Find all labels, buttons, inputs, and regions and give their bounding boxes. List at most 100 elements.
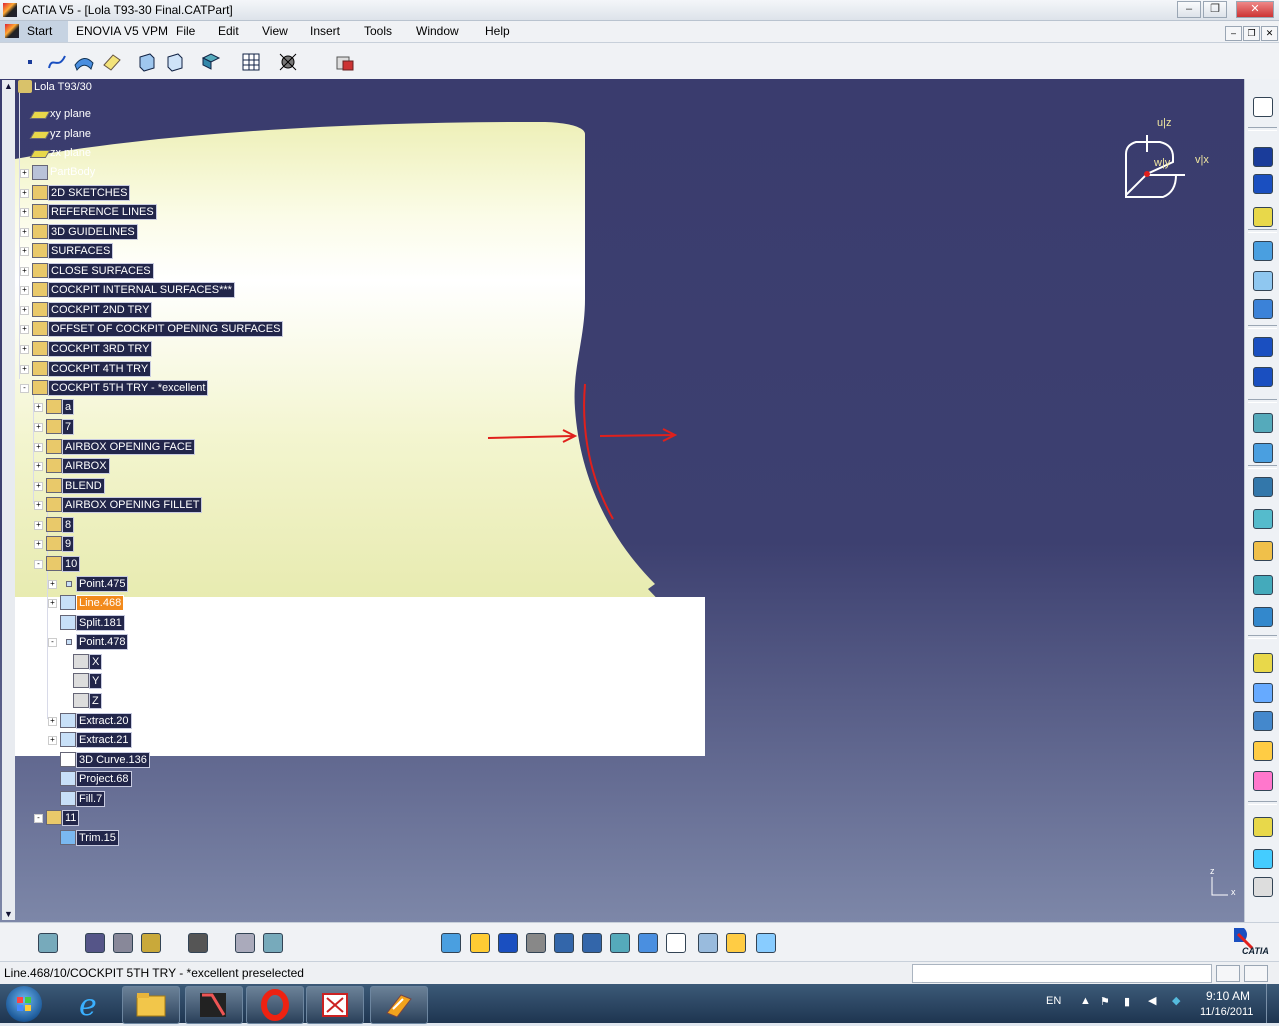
3d-viewport[interactable]: u|z v|x w|y z x Lola T93/30 xy plane yz pl… (0, 79, 1244, 922)
tools-palette-icon[interactable] (141, 933, 161, 953)
expand-icon[interactable]: + (20, 169, 29, 178)
language-indicator[interactable]: EN (1046, 995, 1061, 1007)
swap-space-icon[interactable] (263, 933, 283, 953)
catalog-tool-icon[interactable] (334, 51, 356, 73)
normal-view-icon[interactable] (441, 933, 461, 953)
split-icon[interactable] (1253, 575, 1273, 595)
show-hidden-icons-icon[interactable]: ▲ (1080, 995, 1091, 1007)
tree-node[interactable]: + a (34, 399, 75, 415)
expand-icon[interactable]: + (34, 521, 43, 530)
fill-icon[interactable] (1253, 477, 1273, 497)
view-side-icon[interactable] (164, 51, 186, 73)
network-icon[interactable]: ▮ (1124, 995, 1130, 1008)
dropbox-icon[interactable]: ◆ (1172, 994, 1180, 1007)
tree-node[interactable]: + BLEND (34, 478, 105, 494)
taskbar-explorer[interactable] (122, 986, 180, 1024)
tree-node[interactable]: - Point.478 (48, 634, 129, 650)
tree-node[interactable]: +3D GUIDELINES (20, 224, 138, 240)
collapse-icon[interactable]: - (34, 560, 43, 569)
taskbar-catia[interactable] (185, 986, 243, 1024)
tree-node[interactable]: + REFERENCE LINES (20, 204, 157, 220)
rotate-icon[interactable] (1253, 771, 1273, 791)
tree-node[interactable]: +9 (34, 536, 75, 552)
line-icon[interactable] (1253, 174, 1273, 194)
menu-start[interactable]: Start (0, 21, 68, 42)
expand-icon[interactable]: + (34, 403, 43, 412)
capture-icon[interactable] (188, 933, 208, 953)
tree-node[interactable]: 3D Curve.136 (60, 752, 150, 768)
expand-icon[interactable]: + (20, 208, 29, 217)
swap-visible-icon[interactable] (113, 933, 133, 953)
tree-node[interactable]: Y (73, 673, 103, 689)
hide-show-icon[interactable] (235, 933, 255, 953)
fillet-icon[interactable] (1253, 711, 1273, 731)
expand-icon[interactable]: + (48, 736, 57, 745)
expand-icon[interactable]: + (48, 717, 57, 726)
show-desktop-button[interactable] (1266, 984, 1279, 1023)
menu-window[interactable]: Window (416, 24, 459, 38)
normal-view-2-icon[interactable] (610, 933, 630, 953)
menu-view[interactable]: View (262, 24, 288, 38)
extrude-icon[interactable] (1253, 241, 1273, 261)
taskbar-snipping[interactable] (306, 986, 364, 1024)
menu-insert[interactable]: Insert (310, 24, 340, 38)
close-button[interactable]: ✕ (1236, 1, 1274, 18)
tree-node[interactable]: xy plane (29, 107, 93, 122)
tree-node[interactable]: Project.68 (60, 771, 132, 787)
swap-icon[interactable] (756, 933, 776, 953)
taskbar-ie[interactable]: e (62, 986, 120, 1024)
tree-node[interactable]: +2D SKETCHES (20, 185, 131, 201)
tree-node[interactable]: + AIRBOX (34, 458, 110, 474)
tree-node[interactable]: Split.181 (60, 615, 125, 631)
point-icon[interactable] (1253, 147, 1273, 167)
command-input[interactable] (912, 964, 1212, 983)
tree-node[interactable]: zx plane (29, 146, 93, 161)
windows-start-button[interactable] (6, 986, 42, 1022)
shading-icon[interactable] (698, 933, 718, 953)
doc-close-button[interactable]: ✕ (1261, 26, 1278, 41)
tree-node[interactable]: + Line.468 (48, 595, 125, 611)
tree-node[interactable]: Trim.15 (60, 830, 119, 846)
expand-icon[interactable]: + (34, 423, 43, 432)
offset-icon[interactable] (1253, 413, 1273, 433)
surface-tool-icon[interactable] (73, 51, 95, 73)
tree-node[interactable]: Fill.7 (60, 791, 106, 807)
clock-time[interactable]: 9:10 AM (1206, 989, 1250, 1003)
view-front-icon[interactable] (136, 51, 158, 73)
menu-help[interactable]: Help (485, 24, 510, 38)
symmetry-icon[interactable] (1253, 877, 1273, 897)
tree-node[interactable]: - 11 (34, 810, 80, 826)
tree-node[interactable]: + Point.475 (48, 576, 129, 592)
stop-command-button[interactable] (1244, 965, 1268, 982)
rotate-icon[interactable] (526, 933, 546, 953)
measure-icon[interactable] (1253, 817, 1273, 837)
extrapolate-icon[interactable] (1253, 541, 1273, 561)
tree-node[interactable]: + SURFACES (20, 243, 114, 259)
translate-icon[interactable] (1253, 741, 1273, 761)
tree-node[interactable]: + COCKPIT 4TH TRY (20, 361, 152, 377)
tree-node[interactable]: +8 (34, 517, 75, 533)
compass[interactable]: u|z v|x w|y (1118, 117, 1218, 202)
expand-icon[interactable]: + (20, 345, 29, 354)
revolve-icon[interactable] (1253, 271, 1273, 291)
expand-icon[interactable]: + (20, 189, 29, 198)
expand-icon[interactable]: + (20, 365, 29, 374)
circle-icon[interactable] (1253, 337, 1273, 357)
update-icon[interactable] (38, 933, 58, 953)
expand-icon[interactable]: + (34, 540, 43, 549)
tree-node[interactable]: +7 (34, 419, 75, 435)
tree-node[interactable]: + COCKPIT 2ND TRY (20, 302, 153, 318)
volume-icon[interactable]: ◀ (1148, 994, 1156, 1007)
collapse-icon[interactable]: - (20, 384, 29, 393)
expand-icon[interactable]: + (34, 482, 43, 491)
point-tool-icon[interactable] (20, 51, 42, 73)
projection-icon[interactable] (1253, 683, 1273, 703)
expand-icon[interactable]: + (20, 267, 29, 276)
expand-icon[interactable]: + (20, 325, 29, 334)
taskbar-app[interactable] (370, 986, 428, 1024)
iso-view-icon[interactable] (666, 933, 686, 953)
clock-date[interactable]: 11/16/2011 (1200, 1006, 1253, 1018)
expand-icon[interactable]: + (20, 228, 29, 237)
pan-icon[interactable] (498, 933, 518, 953)
menu-edit[interactable]: Edit (218, 24, 239, 38)
